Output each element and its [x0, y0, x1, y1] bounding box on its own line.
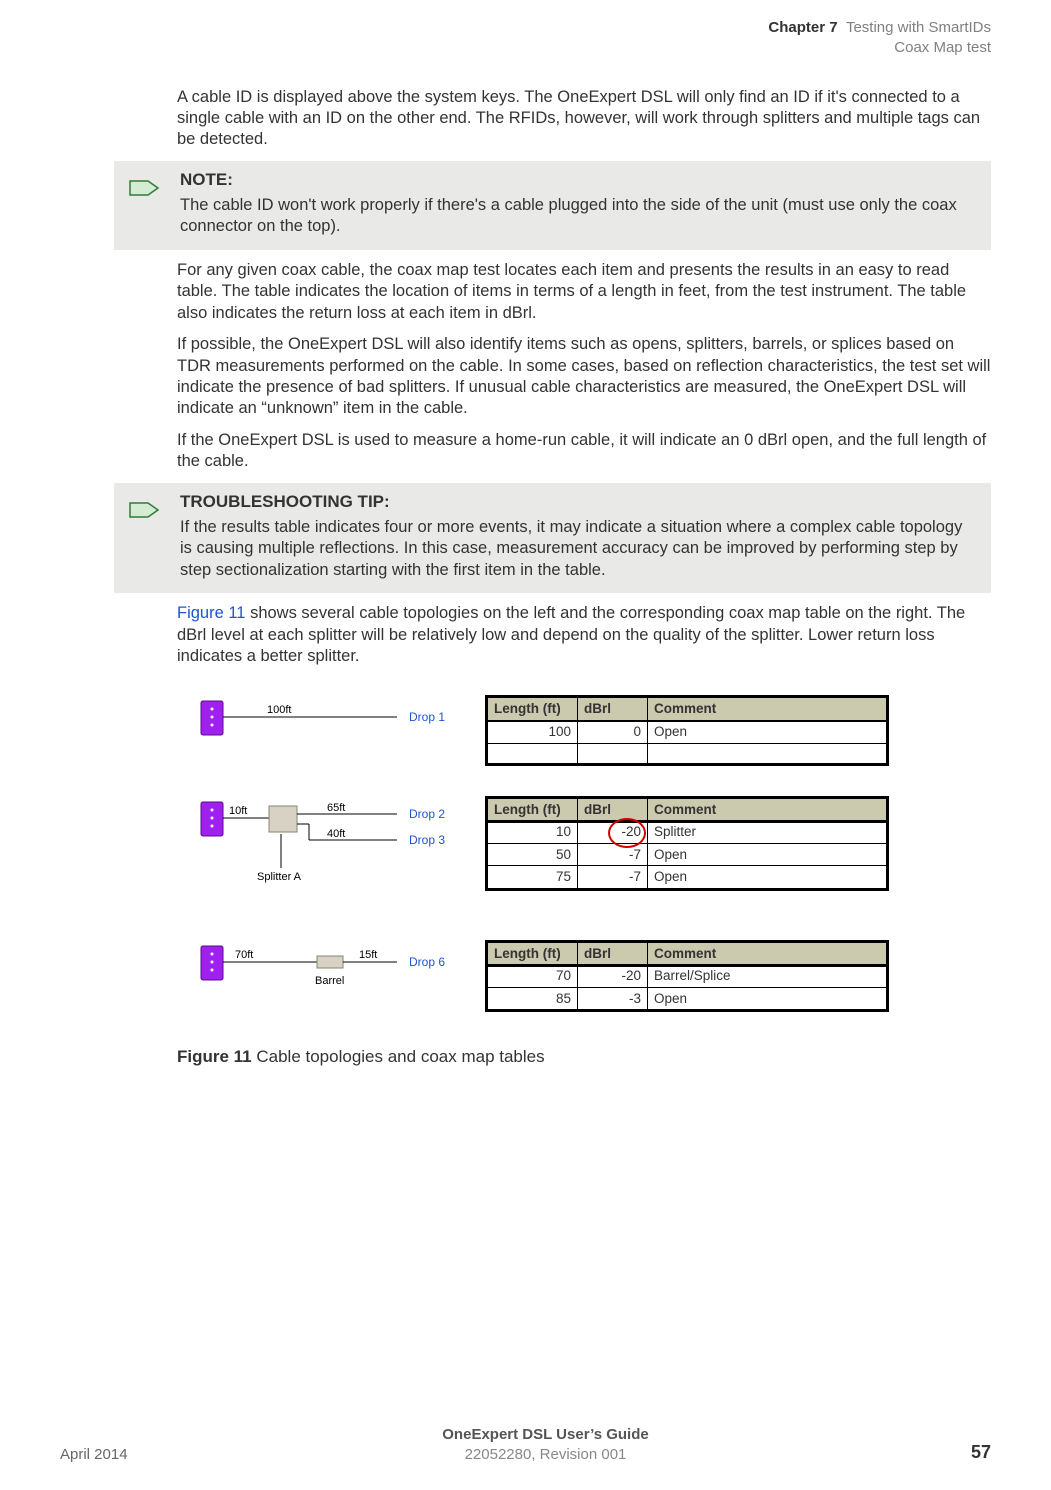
drop-label: Drop 6 [409, 955, 445, 969]
col-comment: Comment [648, 798, 887, 821]
note-arrow-icon [128, 177, 162, 199]
body-text: shows several cable topologies on the le… [177, 604, 965, 665]
splitter-label: Splitter A [257, 871, 302, 883]
topology-3-diagram: 70ft 15ft Drop 6 Barrel [177, 942, 477, 1012]
col-dbrl: dBrl [578, 698, 648, 721]
tip-arrow-icon [128, 499, 162, 521]
topology-2-diagram: 10ft 65ft Drop 2 40ft Drop 3 Splitter A [177, 798, 477, 908]
barrel-label: Barrel [315, 975, 344, 987]
length-label: 15ft [359, 949, 377, 961]
topology-1-diagram: 100ft Drop 1 [177, 697, 477, 747]
body-paragraph: If the OneExpert DSL is used to measure … [177, 430, 991, 473]
note-body: The cable ID won't work properly if ther… [180, 195, 977, 238]
tip-body: If the results table indicates four or m… [180, 517, 977, 581]
body-paragraph: If possible, the OneExpert DSL will also… [177, 334, 991, 420]
coax-map-table-1: Length (ft) dBrl Comment 100 0 Open [487, 697, 887, 763]
drop-label: Drop 2 [409, 807, 445, 821]
coax-map-table-2: Length (ft) dBrl Comment 10 -20 Splitter… [487, 798, 887, 889]
length-label: 70ft [235, 949, 253, 961]
coax-map-table-3: Length (ft) dBrl Comment 70 -20 Barrel/S… [487, 942, 887, 1011]
length-label: 40ft [327, 828, 345, 840]
table-row: 85 -3 Open [488, 987, 887, 1010]
body-paragraph: Figure 11 shows several cable topologies… [177, 603, 991, 667]
length-label: 100ft [267, 704, 291, 716]
length-label: 10ft [229, 805, 247, 817]
col-dbrl: dBrl [578, 942, 648, 965]
content-area: A cable ID is displayed above the system… [0, 87, 1051, 1068]
topology-row-2: 10ft 65ft Drop 2 40ft Drop 3 Splitter A … [177, 798, 991, 908]
col-length: Length (ft) [488, 942, 578, 965]
section-title-2: Coax Map test [894, 39, 991, 56]
table-row: 10 -20 Splitter [488, 821, 887, 844]
tip-callout: TROUBLESHOOTING TIP: If the results tabl… [114, 483, 991, 593]
table-row: 75 -7 Open [488, 866, 887, 889]
body-paragraph: A cable ID is displayed above the system… [177, 87, 991, 151]
col-comment: Comment [648, 698, 887, 721]
table-row [488, 743, 887, 763]
footer-revision: 22052280, Revision 001 [140, 1445, 951, 1465]
topology-row-3: 70ft 15ft Drop 6 Barrel Length (ft) dBrl… [177, 942, 991, 1012]
table-row: 100 0 Open [488, 720, 887, 743]
drop-label: Drop 1 [409, 710, 445, 724]
length-label: 65ft [327, 802, 345, 814]
page-number: 57 [951, 1441, 991, 1464]
chapter-label: Chapter 7 [768, 19, 837, 36]
page-header: Chapter 7 Testing with SmartIDs Coax Map… [0, 0, 1051, 59]
footer-date: April 2014 [60, 1445, 140, 1465]
col-dbrl: dBrl [578, 798, 648, 821]
col-length: Length (ft) [488, 798, 578, 821]
figure-block: 100ft Drop 1 Length (ft) dBrl Comment 10… [177, 697, 991, 1067]
drop-label: Drop 3 [409, 833, 445, 847]
figure-caption-text: Cable topologies and coax map tables [252, 1047, 545, 1066]
note-callout: NOTE: The cable ID won't work properly i… [114, 161, 991, 250]
col-length: Length (ft) [488, 698, 578, 721]
col-comment: Comment [648, 942, 887, 965]
note-title: NOTE: [180, 169, 977, 191]
section-title-1: Testing with SmartIDs [846, 19, 991, 36]
table-row: 70 -20 Barrel/Splice [488, 965, 887, 988]
table-row: 50 -7 Open [488, 843, 887, 866]
footer-guide-title: OneExpert DSL User’s Guide [140, 1425, 951, 1445]
tip-title: TROUBLESHOOTING TIP: [180, 491, 977, 513]
figure-link[interactable]: Figure 11 [177, 604, 245, 622]
page-footer: April 2014 OneExpert DSL User’s Guide 22… [0, 1425, 1051, 1464]
topology-row-1: 100ft Drop 1 Length (ft) dBrl Comment 10… [177, 697, 991, 763]
circled-value: -20 [621, 824, 641, 839]
figure-number: Figure 11 [177, 1047, 252, 1066]
body-paragraph: For any given coax cable, the coax map t… [177, 260, 991, 324]
figure-caption: Figure 11 Cable topologies and coax map … [177, 1046, 991, 1068]
